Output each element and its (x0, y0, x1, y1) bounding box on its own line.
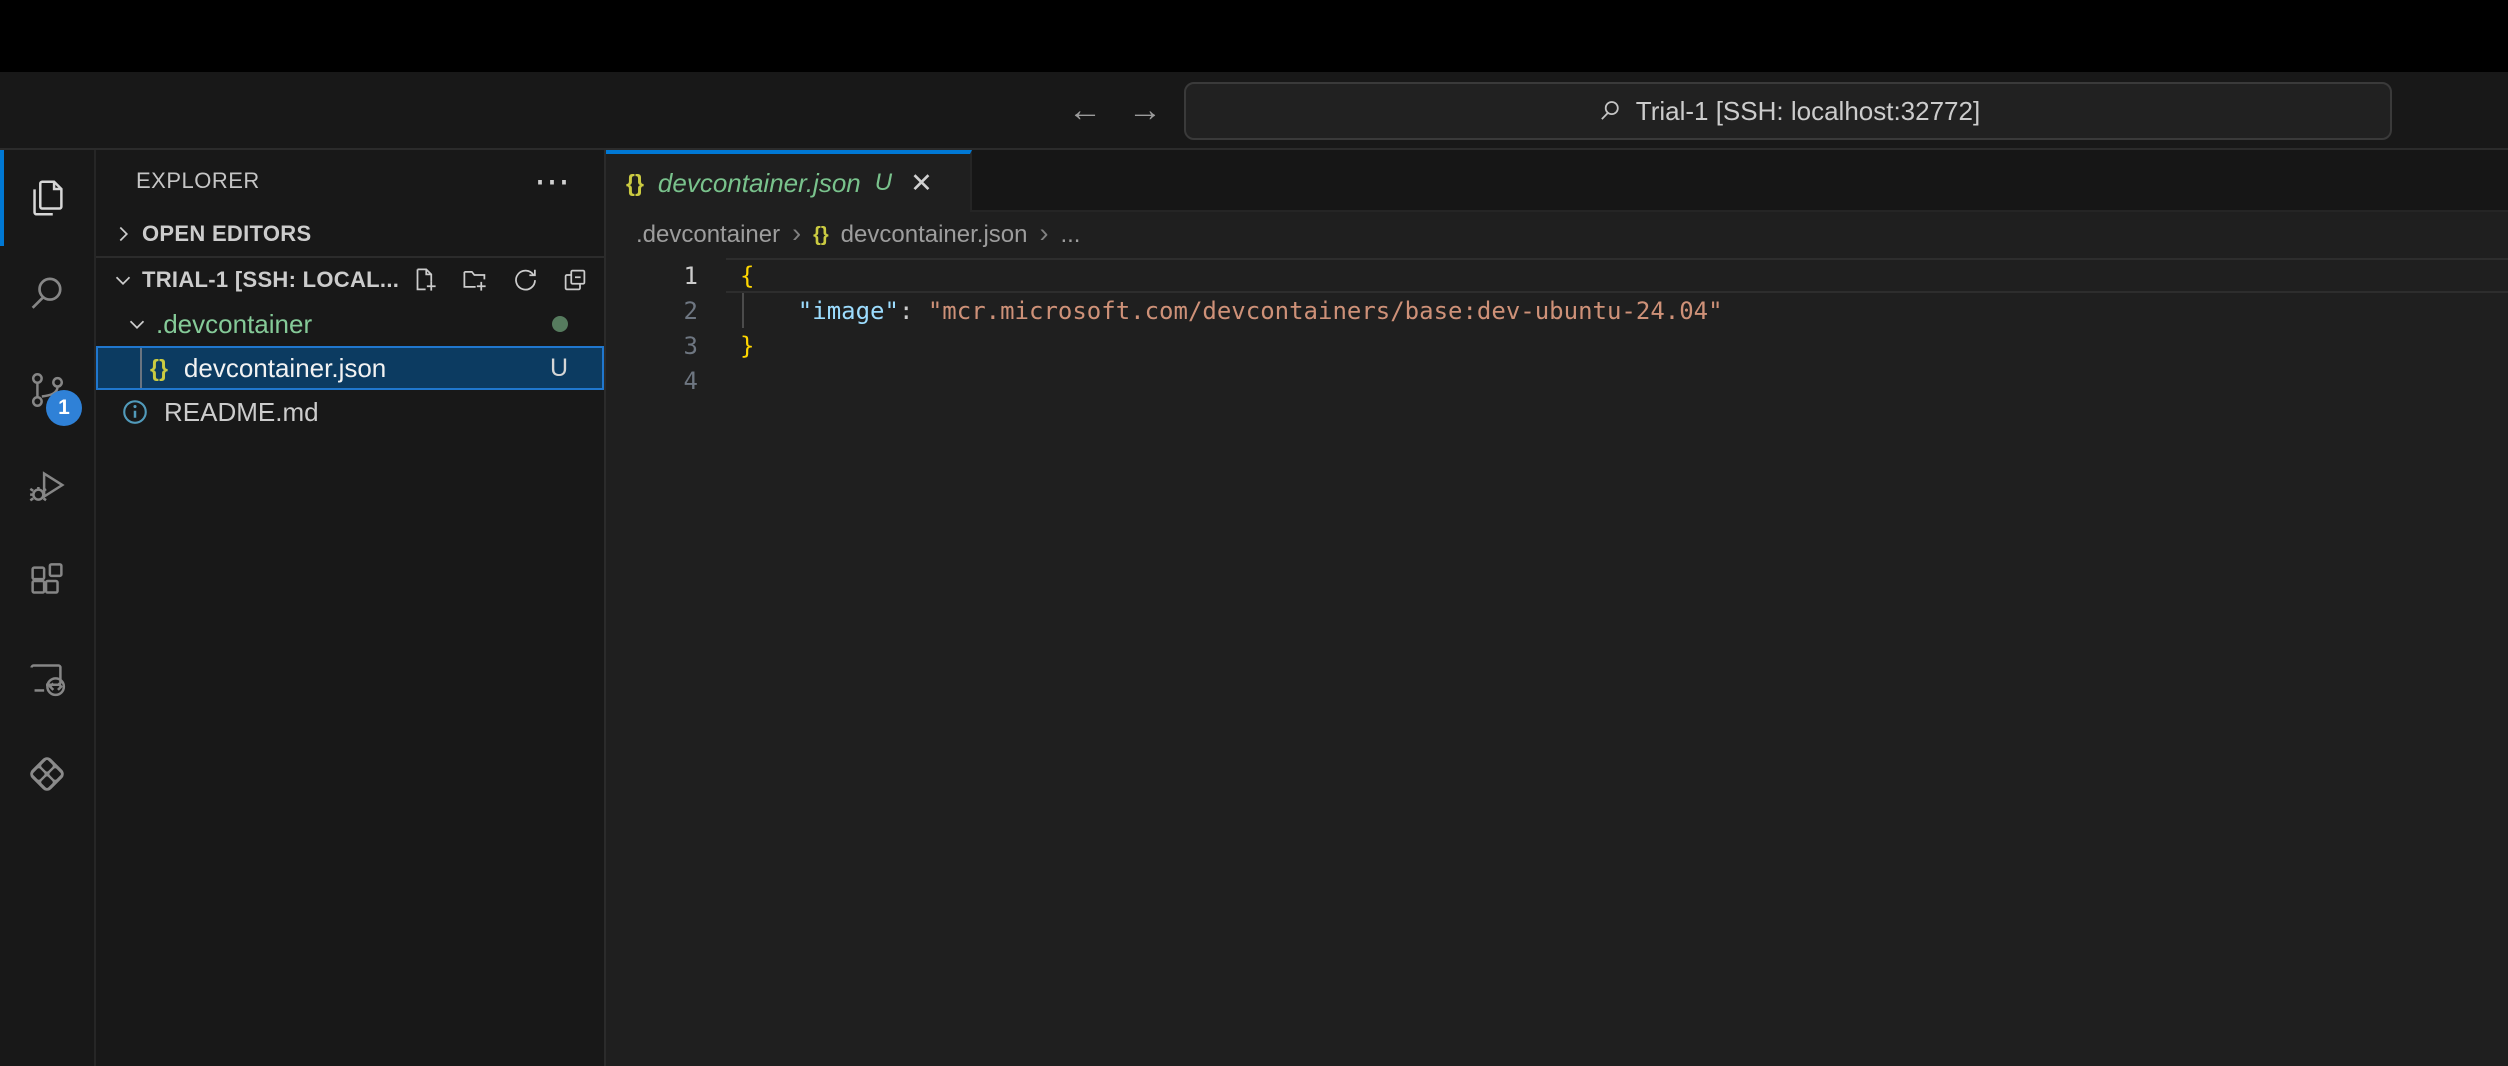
titlebar: ← → Trial-1 [SSH: localhost:32772] (0, 72, 2508, 150)
git-untracked-badge: U (550, 354, 568, 383)
files-icon (24, 175, 70, 221)
file-tree: .devcontainer {} devcontainer.json U REA… (96, 302, 604, 1066)
line-number: 1 (606, 262, 698, 290)
diamond-grid-icon (23, 750, 71, 798)
tab-bar: {} devcontainer.json U ✕ (606, 150, 2508, 212)
refresh-icon[interactable] (510, 265, 540, 295)
editor-group: {} devcontainer.json U ✕ .devcontainer ›… (606, 150, 2508, 1066)
activitybar-remote-explorer[interactable] (0, 630, 94, 726)
workspace-section[interactable]: TRIAL-1 [SSH: LOCAL... (96, 258, 604, 302)
breadcrumb-folder[interactable]: .devcontainer (636, 221, 780, 249)
file-name: README.md (164, 397, 319, 428)
code-token-string: "mcr.microsoft.com/devcontainers/base:de… (928, 297, 1723, 325)
more-actions-icon[interactable]: ⋯ (534, 172, 570, 190)
collapse-all-icon[interactable] (560, 265, 590, 295)
tab-devcontainer-json[interactable]: {} devcontainer.json U ✕ (606, 150, 972, 212)
chevron-right-icon: › (1039, 220, 1048, 251)
remote-explorer-icon (24, 655, 70, 701)
history-nav: ← → (1068, 72, 1162, 148)
code-token: { (740, 262, 754, 290)
open-editors-label: OPEN EDITORS (142, 221, 311, 247)
json-file-icon: {} (626, 170, 644, 197)
sidebar-header: EXPLORER ⋯ (96, 150, 604, 212)
sidebar-title: EXPLORER (136, 168, 534, 194)
tree-item-devcontainer-json[interactable]: {} devcontainer.json U (96, 346, 604, 390)
indent-guide (140, 348, 142, 388)
chevron-right-icon (110, 221, 136, 247)
code-token-colon: : (899, 297, 928, 325)
chevron-right-icon: › (792, 220, 801, 251)
explorer-sidebar: EXPLORER ⋯ OPEN EDITORS TRIAL-1 [SSH: LO… (96, 150, 606, 1066)
run-debug-icon (24, 463, 70, 509)
code-line-1[interactable]: 1 { (606, 258, 2508, 293)
chevron-down-icon (110, 267, 136, 293)
info-file-icon (120, 397, 150, 427)
new-folder-icon[interactable] (460, 265, 490, 295)
git-decoration-dot (552, 316, 568, 332)
window-top-strip (0, 0, 2508, 72)
file-name: devcontainer.json (184, 353, 386, 384)
tab-label: devcontainer.json (658, 168, 861, 199)
code-line-4[interactable]: 4 (606, 363, 2508, 398)
breadcrumb: .devcontainer › {} devcontainer.json › .… (606, 212, 2508, 258)
activitybar-extensions[interactable] (0, 534, 94, 630)
code-editor[interactable]: 1 { 2 "image": "mcr.microsoft.com/devcon… (606, 258, 2508, 1066)
tree-item-readme[interactable]: README.md (96, 390, 604, 434)
activitybar-source-control[interactable]: 1 (0, 342, 94, 438)
activitybar-search[interactable] (0, 246, 94, 342)
new-file-icon[interactable] (410, 265, 440, 295)
code-line-3[interactable]: 3 } (606, 328, 2508, 363)
json-file-icon: {} (150, 355, 168, 382)
tab-git-status: U (875, 169, 892, 197)
open-editors-section[interactable]: OPEN EDITORS (96, 212, 604, 258)
activity-bar: 1 (0, 150, 96, 1066)
back-arrow-icon[interactable]: ← (1068, 93, 1102, 127)
code-token-key: "image" (798, 297, 899, 325)
line-number: 2 (606, 297, 698, 325)
code-line-2[interactable]: 2 "image": "mcr.microsoft.com/devcontain… (606, 293, 2508, 328)
tree-item-devcontainer-folder[interactable]: .devcontainer (96, 302, 604, 346)
command-center-label: Trial-1 [SSH: localhost:32772] (1636, 96, 1980, 127)
json-file-icon: {} (813, 224, 829, 247)
workspace-label: TRIAL-1 [SSH: LOCAL... (142, 267, 399, 293)
explorer-actions (410, 265, 590, 295)
extensions-icon (24, 559, 70, 605)
search-icon (1596, 97, 1624, 125)
chevron-down-icon (124, 311, 150, 337)
line-number: 3 (606, 332, 698, 360)
breadcrumb-symbol[interactable]: ... (1060, 221, 1080, 249)
activitybar-run-debug[interactable] (0, 438, 94, 534)
breadcrumb-file[interactable]: devcontainer.json (841, 221, 1028, 249)
search-icon (24, 271, 70, 317)
folder-name: .devcontainer (156, 309, 312, 340)
activitybar-explorer[interactable] (0, 150, 94, 246)
activitybar-tunnels[interactable] (0, 726, 94, 822)
command-center[interactable]: Trial-1 [SSH: localhost:32772] (1184, 82, 2392, 140)
line-number: 4 (606, 367, 698, 395)
forward-arrow-icon[interactable]: → (1128, 93, 1162, 127)
scm-pending-badge: 1 (46, 390, 82, 426)
close-icon[interactable]: ✕ (910, 168, 933, 199)
code-token: } (740, 332, 754, 360)
code-indent (740, 297, 798, 325)
